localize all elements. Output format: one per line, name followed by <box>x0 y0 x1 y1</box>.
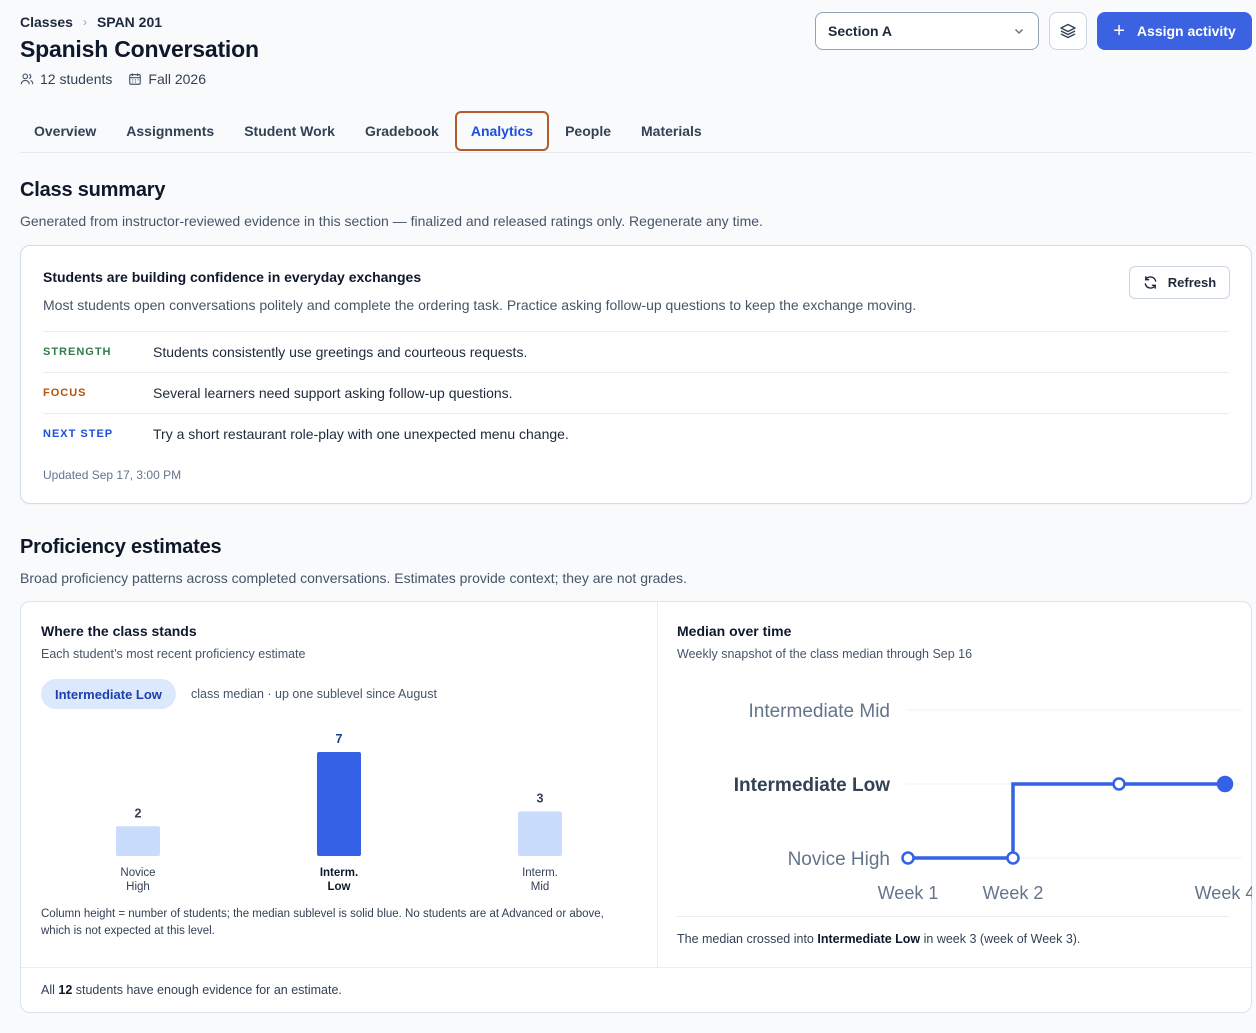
median-point-0 <box>901 851 915 865</box>
refresh-button[interactable]: Refresh <box>1129 266 1230 299</box>
median-pill-note: class median · up one sublevel since Aug… <box>191 687 437 701</box>
class-summary-heading: Class summary <box>20 179 166 201</box>
assign-activity-button[interactable]: + Assign activity <box>1097 12 1252 50</box>
median-over-time-title: Median over time <box>677 623 792 639</box>
median-point-1 <box>1006 851 1020 865</box>
section-select-value: Section A <box>828 23 893 39</box>
summary-card-text: Most students open conversations politel… <box>43 297 917 313</box>
focus-text: Several learners need support asking fol… <box>153 385 513 401</box>
tab-analytics[interactable]: Analytics <box>454 111 550 151</box>
line-chart-divider <box>677 916 1229 917</box>
bar-category-label-1-1: Low <box>328 881 351 893</box>
line-chart-note: The median crossed into Intermediate Low… <box>677 931 1080 948</box>
refresh-icon <box>1144 276 1157 289</box>
tab-gradebook[interactable]: Gradebook <box>351 111 453 151</box>
students-count-text: 12 students <box>40 71 113 87</box>
focus-tag: FOCUS <box>43 387 87 399</box>
x-tick-label-3: Week 4 <box>1195 883 1252 903</box>
class-stands-subtitle: Each student’s most recent proficiency e… <box>41 647 306 661</box>
footer-prefix: All <box>41 983 59 997</box>
median-line-chart: Novice High Intermediate Low Intermediate … <box>734 701 1252 903</box>
bar-value-label-1: 7 <box>336 732 343 746</box>
proficiency-subtitle: Broad proficiency patterns across comple… <box>20 570 687 586</box>
y-level-label-2: Intermediate Mid <box>748 701 890 722</box>
bar-value-label-2: 3 <box>537 791 544 805</box>
y-level-label-0: Novice High <box>788 849 890 870</box>
footer-suffix: students have enough evidence for an est… <box>72 983 342 997</box>
plus-icon: + <box>1113 20 1125 42</box>
summary-updated: Updated Sep 17, 3:00 PM <box>43 468 182 482</box>
footer-divider <box>21 967 1251 968</box>
students-count: 12 students <box>20 71 112 87</box>
distribution-bar-chart: 2 Novice High 7 Interm. Low 3 Interm. Mid <box>116 732 562 893</box>
assign-activity-label: Assign activity <box>1136 23 1236 39</box>
bar-chart-note: Column height = number of students; the … <box>41 908 604 937</box>
bar-category-label-2-0: Interm. <box>522 867 558 879</box>
page-title: Spanish Conversation <box>20 36 259 62</box>
median-pill: Intermediate Low <box>41 679 176 709</box>
chevron-down-icon <box>1014 28 1024 35</box>
line-note-bold: Intermediate Low <box>817 932 921 946</box>
tab-overview[interactable]: Overview <box>20 111 110 151</box>
analytics-page: Classes › SPAN 201 Spanish Conversation … <box>0 0 1256 1033</box>
tab-materials[interactable]: Materials <box>627 111 716 151</box>
tab-people[interactable]: People <box>551 111 625 151</box>
bar-0 <box>116 826 160 856</box>
median-point-3 <box>1216 775 1234 793</box>
term: Fall 2026 <box>128 71 206 87</box>
class-summary-subtitle: Generated from instructor-reviewed evide… <box>20 213 763 229</box>
x-tick-label-0: Week 1 <box>878 883 939 903</box>
tab-bar: Overview Assignments Student Work Gradeb… <box>20 111 1252 153</box>
summary-row-next-step: NEXT STEP Try a short restaurant role-pl… <box>43 413 1229 454</box>
bar-2 <box>518 811 562 856</box>
strength-text: Students consistently use greetings and … <box>153 344 528 360</box>
summary-row-strength: STRENGTH Students consistently use greet… <box>43 331 1229 372</box>
refresh-label: Refresh <box>1167 275 1217 290</box>
bar-category-label-2-1: Mid <box>531 881 550 893</box>
footer-count: 12 <box>58 983 73 997</box>
proficiency-card: Where the class stands Each student’s mo… <box>20 601 1252 1013</box>
next-step-text: Try a short restaurant role-play with on… <box>153 426 569 442</box>
summary-row-focus: FOCUS Several learners need support aski… <box>43 372 1229 413</box>
strength-tag: STRENGTH <box>43 346 112 358</box>
tab-student-work[interactable]: Student Work <box>230 111 349 151</box>
course-meta: 12 students Fall 2026 <box>20 71 206 87</box>
summary-rows: STRENGTH Students consistently use greet… <box>43 331 1229 454</box>
proficiency-heading: Proficiency estimates <box>20 536 222 558</box>
y-level-label-1: Intermediate Low <box>734 775 890 796</box>
median-series-line <box>908 782 1225 860</box>
section-select[interactable]: Section A <box>815 12 1039 50</box>
class-stands-title: Where the class stands <box>41 623 197 639</box>
bar-value-label-0: 2 <box>135 806 142 820</box>
x-tick-label-1: Week 2 <box>983 883 1044 903</box>
term-text: Fall 2026 <box>148 71 206 87</box>
layers-button[interactable] <box>1049 12 1087 50</box>
breadcrumb-classes[interactable]: Classes <box>20 14 73 30</box>
breadcrumb: Classes › SPAN 201 <box>20 14 162 30</box>
users-icon <box>20 73 34 85</box>
bar-category-label-0-0: Novice <box>120 867 155 879</box>
layers-icon <box>1060 23 1076 39</box>
summary-card-title: Students are building confidence in ever… <box>43 269 422 285</box>
median-point-2 <box>1112 777 1126 791</box>
median-over-time-subtitle: Weekly snapshot of the class median thro… <box>677 647 973 661</box>
line-note-prefix: The median crossed into <box>677 932 818 946</box>
bar-category-label-0-1: High <box>126 881 150 893</box>
bar-category-label-1-0: Interm. <box>320 867 358 879</box>
chevron-right-icon: › <box>82 15 87 29</box>
tab-assignments[interactable]: Assignments <box>112 111 228 151</box>
line-note-suffix: in week 3 (week of Week 3). <box>920 932 1081 946</box>
next-step-tag: NEXT STEP <box>43 428 114 440</box>
evidence-footer: All 12 students have enough evidence for… <box>41 983 342 997</box>
bar-1 <box>317 752 361 856</box>
breadcrumb-course[interactable]: SPAN 201 <box>97 14 162 30</box>
calendar-icon <box>129 73 142 85</box>
summary-card: Students are building confidence in ever… <box>20 245 1252 504</box>
